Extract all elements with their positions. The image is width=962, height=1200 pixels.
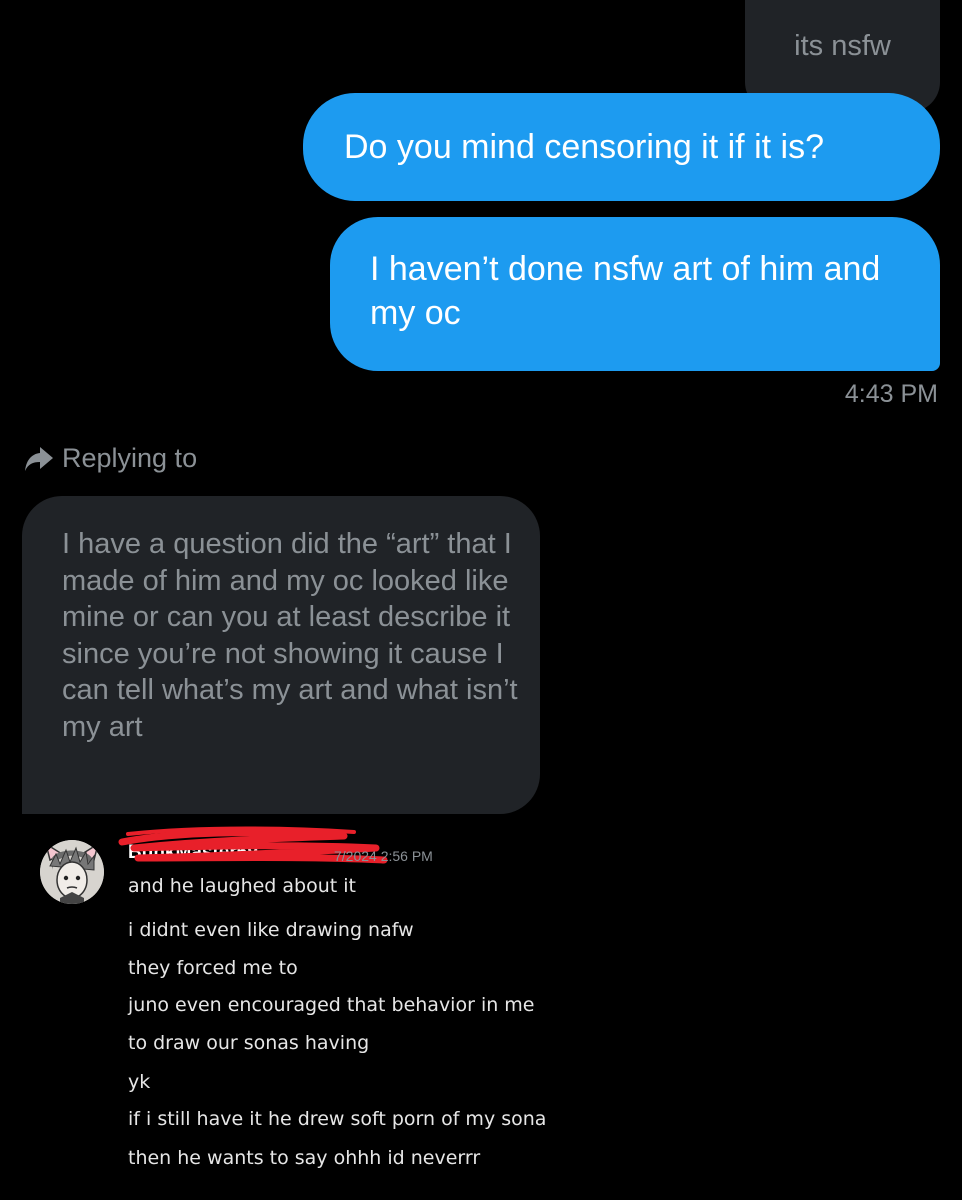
embedded-chat-screenshot: BunkMaster69 7/2024 2:56 PM and he laugh… — [36, 818, 596, 1198]
redaction-scribble — [118, 826, 388, 864]
screenshot-message: and he laughed about it — [128, 875, 356, 897]
sent-message-bubble[interactable]: Do you mind censoring it if it is? — [303, 93, 940, 201]
sent-message-bubble[interactable]: I haven’t done nsfw art of him and my oc — [330, 217, 940, 371]
replying-to-indicator[interactable]: Replying to — [24, 443, 197, 474]
screenshot-message: they forced me to — [128, 957, 298, 979]
message-timestamp: 4:43 PM — [844, 380, 938, 408]
sent-message-text: Do you mind censoring it if it is? — [344, 128, 824, 166]
screenshot-message: then he wants to say ohhh id neverrr — [128, 1147, 481, 1169]
screenshot-message: if i still have it he drew soft porn of … — [128, 1108, 547, 1130]
quoted-message-text: I have a question did the “art” that I m… — [62, 528, 518, 743]
avatar — [40, 840, 104, 904]
screenshot-message: i didnt even like drawing nafw — [128, 919, 414, 941]
screenshot-message: yk — [128, 1071, 151, 1093]
replying-to-label: Replying to — [62, 443, 198, 473]
screenshot-message: to draw our sonas having — [128, 1032, 370, 1054]
quoted-message-bubble[interactable]: I have a question did the “art” that I m… — [22, 496, 540, 814]
sent-message-text: I haven’t done nsfw art of him and my oc — [370, 250, 881, 332]
screenshot-timestamp: 7/2024 2:56 PM — [334, 848, 433, 864]
received-message-text: its nsfw — [794, 30, 891, 62]
reply-arrow-icon — [24, 446, 54, 472]
screenshot-message: juno even encouraged that behavior in me — [128, 994, 535, 1016]
